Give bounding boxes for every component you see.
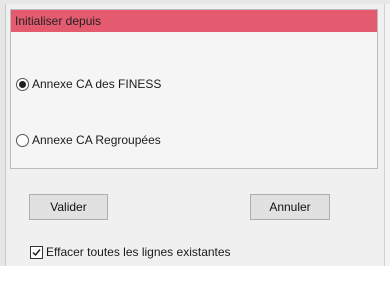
dialog-title: Initialiser depuis [15, 14, 102, 28]
clear-lines-checkbox[interactable] [30, 245, 43, 259]
radio-checked-icon[interactable] [16, 77, 29, 91]
check-icon [32, 248, 41, 256]
clear-lines-label[interactable]: Effacer toutes les lignes existantes [46, 245, 231, 259]
frame-right-edge [384, 4, 390, 282]
window-frame: Initialiser depuis Annexe CA des FINESS … [0, 0, 390, 282]
validate-button[interactable]: Valider [29, 194, 108, 220]
radio-option-finess-label[interactable]: Annexe CA des FINESS [32, 77, 161, 91]
radio-option-regroupees[interactable]: Annexe CA Regroupées [16, 131, 161, 149]
radio-option-finess[interactable]: Annexe CA des FINESS [16, 75, 161, 93]
clear-lines-checkbox-row[interactable]: Effacer toutes les lignes existantes [30, 244, 231, 260]
radio-option-regroupees-label[interactable]: Annexe CA Regroupées [32, 133, 161, 147]
radio-unchecked-icon[interactable] [16, 133, 29, 147]
cancel-button[interactable]: Annuler [250, 194, 330, 220]
background-window-strip [0, 266, 390, 282]
dialog-title-bar: Initialiser depuis [11, 10, 377, 32]
